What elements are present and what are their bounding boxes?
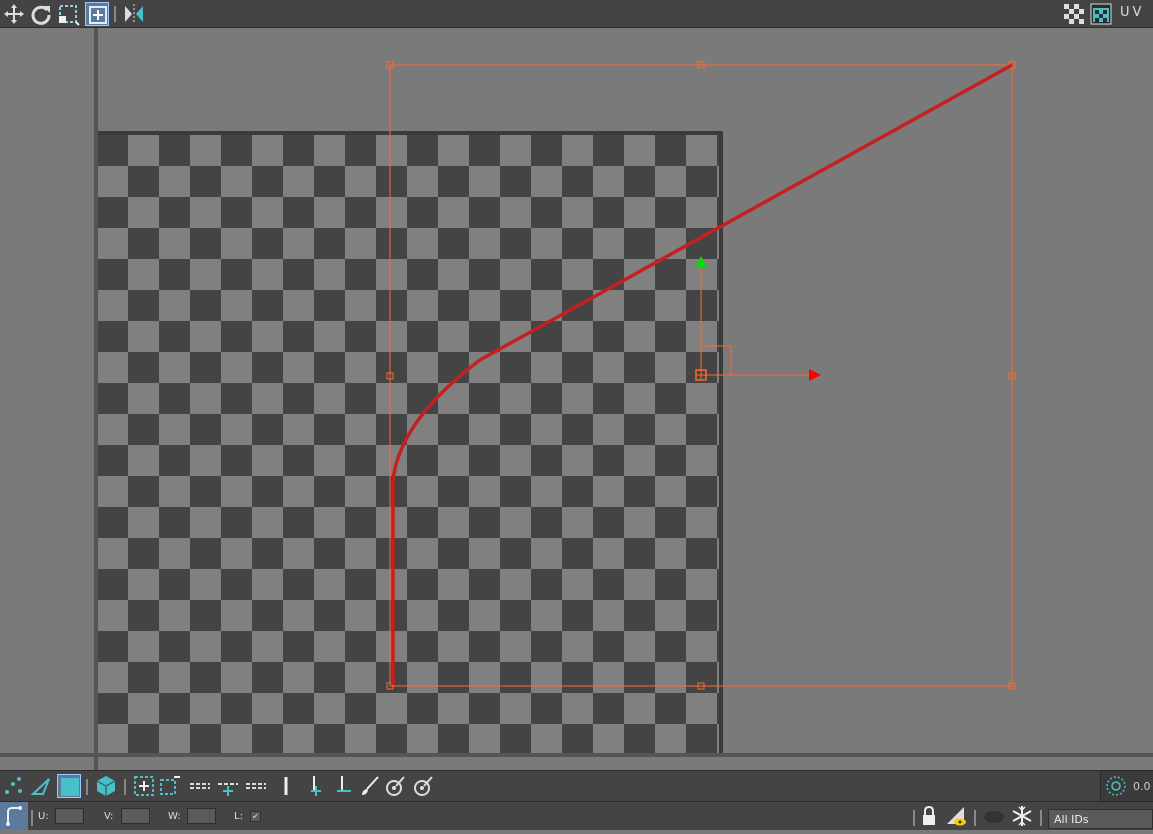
- u-label: U:: [38, 811, 49, 822]
- w-label: W:: [168, 811, 181, 822]
- edge-select-icon[interactable]: [29, 774, 53, 798]
- transform-gizmo[interactable]: [695, 256, 821, 381]
- v-field[interactable]: [121, 808, 150, 824]
- soft-selection-icon[interactable]: [1104, 774, 1128, 798]
- lock-icon[interactable]: [917, 804, 941, 828]
- ring-shrink-icon[interactable]: [244, 774, 268, 798]
- u-field[interactable]: [55, 808, 84, 824]
- gizmo-x-arrow: [809, 369, 821, 381]
- paint-shrink-icon[interactable]: [412, 774, 436, 798]
- coordinate-statusbar: U: V: W: L: ✔ All IDs: [0, 801, 1153, 830]
- filter-selected-icon[interactable]: [944, 804, 968, 828]
- toolbar-separator: [1040, 810, 1042, 826]
- toolbar-separator: [974, 810, 976, 826]
- w-field[interactable]: [187, 808, 216, 824]
- ring-selection-icon[interactable]: [188, 774, 212, 798]
- grow-selection-icon[interactable]: [132, 774, 156, 798]
- gizmo-y-arrow: [695, 256, 707, 268]
- vertex-select-icon[interactable]: [1, 774, 25, 798]
- toolbar-separator: [86, 779, 88, 795]
- loop-grow-icon[interactable]: [304, 774, 328, 798]
- soft-selection-value[interactable]: 0.0: [1133, 780, 1151, 793]
- l-label: L:: [234, 811, 243, 822]
- absolute-offset-toggle[interactable]: [0, 802, 28, 830]
- hide-icon[interactable]: [982, 804, 1006, 828]
- v-label: V:: [104, 811, 114, 822]
- gizmo-overlay: [386, 61, 1016, 690]
- paint-select-icon[interactable]: [358, 774, 382, 798]
- pin-icon: [6, 806, 22, 826]
- loop-shrink-icon[interactable]: [332, 774, 356, 798]
- element-select-icon[interactable]: [94, 774, 118, 798]
- paint-grow-icon[interactable]: [384, 774, 408, 798]
- l-checkbox[interactable]: ✔: [250, 811, 261, 822]
- toolbar-separator: [124, 779, 126, 795]
- freeze-icon[interactable]: [1010, 804, 1034, 828]
- toolbar-separator: [31, 810, 33, 826]
- material-id-select[interactable]: All IDs: [1048, 809, 1153, 829]
- selection-toolbar: 0.0: [0, 770, 1153, 802]
- shrink-selection-icon[interactable]: [158, 774, 182, 798]
- loop-selection-icon[interactable]: [274, 774, 298, 798]
- toolbar-separator: [913, 810, 915, 826]
- ring-grow-icon[interactable]: [216, 774, 240, 798]
- face-select-icon[interactable]: [57, 774, 81, 798]
